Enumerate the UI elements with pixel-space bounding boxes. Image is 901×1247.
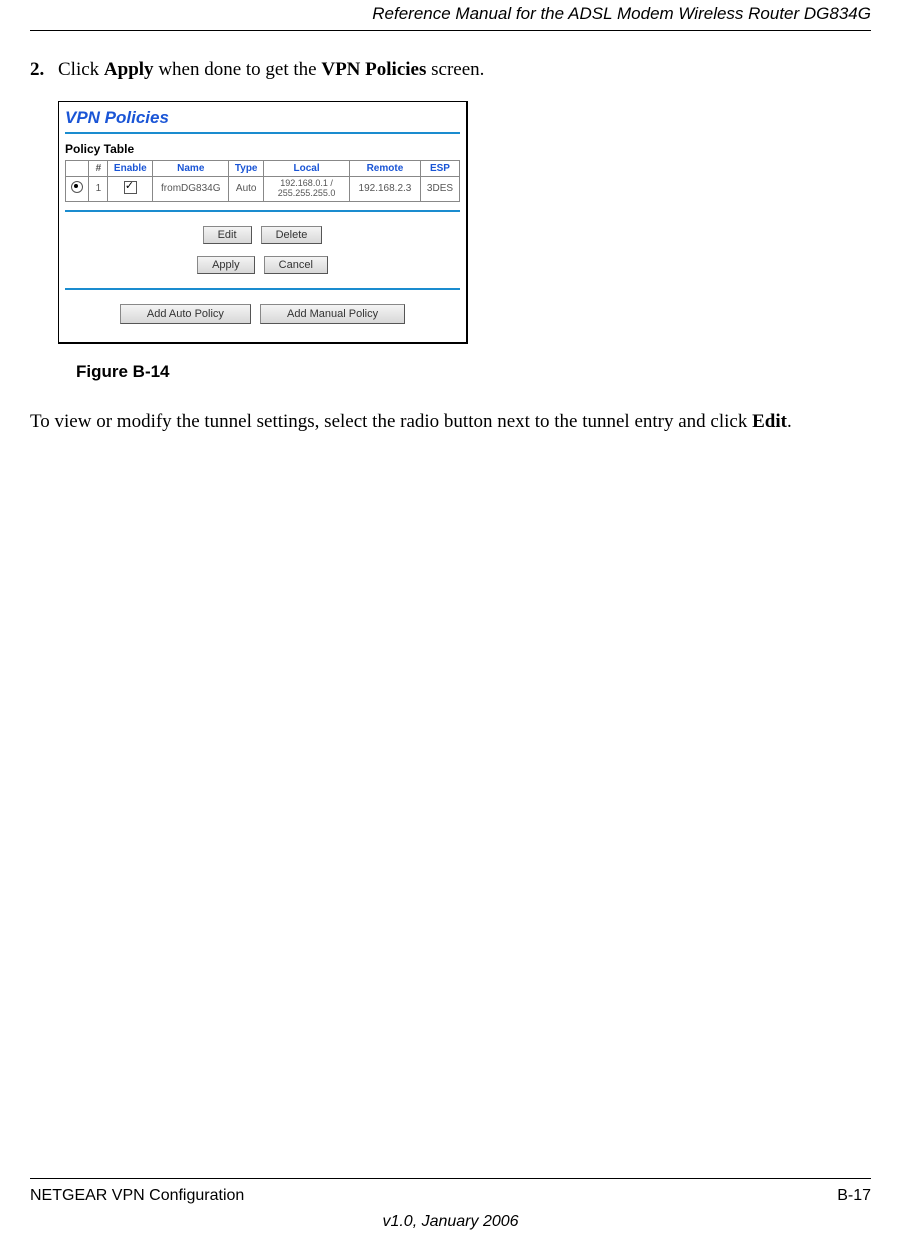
step-number: 2. [30,59,58,81]
delete-button[interactable]: Delete [261,226,323,244]
row-radio[interactable] [71,181,83,193]
add-manual-policy-button[interactable]: Add Manual Policy [260,304,405,324]
footer-right: B-17 [837,1187,871,1205]
step-text-post: screen. [426,59,484,80]
step-text-pre: Click [58,59,104,80]
step-text-apply: Apply [104,59,154,80]
para-edit: Edit [752,411,787,432]
policy-table-label: Policy Table [65,134,460,160]
footer-left: NETGEAR VPN Configuration [30,1187,244,1205]
row-num: 1 [89,177,108,202]
policy-table: # Enable Name Type Local Remote ESP 1 fr… [65,160,460,202]
th-type: Type [229,161,264,177]
th-radio [66,161,89,177]
step-text-vpn: VPN Policies [321,59,426,80]
screenshot-title: VPN Policies [65,106,460,134]
row-remote: 192.168.2.3 [349,177,420,202]
apply-button[interactable]: Apply [197,256,255,274]
row-enable-checkbox[interactable] [124,181,137,194]
edit-button[interactable]: Edit [203,226,252,244]
body-paragraph: To view or modify the tunnel settings, s… [30,410,871,435]
page-header: Reference Manual for the ADSL Modem Wire… [30,0,871,31]
row-local: 192.168.0.1 / 255.255.255.0 [264,177,350,202]
vpn-policies-screenshot: VPN Policies Policy Table # Enable Name … [58,101,468,344]
table-row: 1 fromDG834G Auto 192.168.0.1 / 255.255.… [66,177,460,202]
th-num: # [89,161,108,177]
step-2: 2. Click Apply when done to get the VPN … [30,59,871,81]
page-footer: NETGEAR VPN Configuration B-17 v1.0, Jan… [30,1178,871,1231]
step-text-mid: when done to get the [154,59,322,80]
th-name: Name [153,161,229,177]
footer-center: v1.0, January 2006 [30,1213,871,1231]
figure-caption: Figure B-14 [76,362,871,382]
th-esp: ESP [420,161,459,177]
row-type: Auto [229,177,264,202]
row-esp: 3DES [420,177,459,202]
th-enable: Enable [108,161,153,177]
para-post: . [787,411,792,432]
cancel-button[interactable]: Cancel [264,256,328,274]
th-remote: Remote [349,161,420,177]
add-auto-policy-button[interactable]: Add Auto Policy [120,304,251,324]
th-local: Local [264,161,350,177]
row-name: fromDG834G [153,177,229,202]
para-pre: To view or modify the tunnel settings, s… [30,411,752,432]
